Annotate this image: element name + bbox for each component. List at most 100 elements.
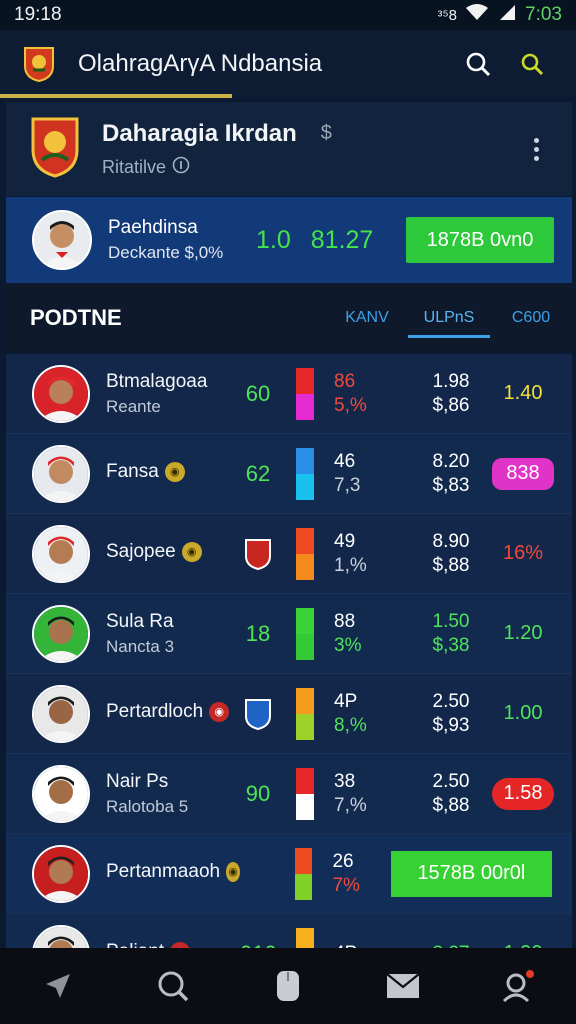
player-names: Sajopee ◉ (106, 541, 240, 567)
stat-percent: 7,% (334, 794, 367, 816)
player-stat: 88 3% (334, 610, 394, 658)
avatar (32, 764, 90, 823)
team-subtitle-row: Ritatilve (102, 156, 524, 179)
stat-value: 88 (334, 610, 356, 632)
team-crest-icon (30, 116, 80, 183)
status-time: 19:18 (14, 4, 62, 25)
club-badge-icon: ◉ (226, 861, 240, 882)
player-names: Fansa ◉ (106, 461, 240, 487)
player-name: Pertanmaaoh ◉ (106, 861, 240, 883)
table-row[interactable]: Pertanmaaoh ◉ 26 7% 1578B 00r0l (6, 834, 572, 914)
tab-kanv[interactable]: KANV (326, 309, 408, 327)
mail-icon[interactable] (378, 961, 428, 1011)
team-subtitle: Ritatilve (102, 156, 167, 177)
player-stat: 49 1,% (334, 530, 394, 578)
rating-bar (296, 447, 314, 500)
signal-icon (497, 3, 517, 27)
table-row[interactable]: Sajopee ◉ 49 1,% 8.90 $,88 16% (6, 514, 572, 594)
stat-value: 46 (334, 450, 356, 472)
price-value: 2.50 (432, 690, 470, 712)
navigation-icon[interactable] (33, 961, 83, 1011)
stat-percent: 8,% (334, 714, 367, 736)
club-badge-icon: ◉ (164, 461, 185, 482)
player-name: Sajopee ◉ (106, 541, 240, 563)
player-name-text: Btmalagoaa (106, 370, 208, 392)
table-row[interactable]: Nair Ps Ralotoba 5 90 38 7,% 2.50 $,88 1.58 (6, 754, 572, 834)
player-price: 8.20 $,83 (416, 450, 486, 498)
featured-stats: 1.0 81.27 (256, 226, 373, 255)
player-name: Fansa ◉ (106, 461, 240, 483)
table-row[interactable]: Pertardloch ◉ 4P 8,% 2.50 $,93 1.00 (6, 674, 572, 754)
player-price: 2.50 $,93 (416, 690, 486, 738)
player-stat: 4P 8,% (334, 690, 394, 738)
player-rating-badge[interactable]: 1.58 (492, 777, 554, 810)
status-bar: 19:18 ᵌ⁵8 7:03 (0, 0, 576, 30)
status-indicators: ᵌ⁵8 7:03 (438, 3, 562, 27)
price-value: 1.98 (432, 370, 470, 392)
search-icon-green[interactable] (510, 42, 554, 86)
rating-bar (296, 527, 314, 580)
club-crest-icon (240, 698, 276, 730)
bottom-nav (0, 948, 576, 1024)
player-sub: Ralotoba 5 (106, 796, 189, 816)
player-stat: 86 5,% (334, 370, 394, 418)
stat-value: 26 (332, 850, 354, 872)
avatar (32, 604, 90, 663)
team-dollar: $ (320, 122, 332, 144)
search-icon[interactable] (456, 42, 500, 86)
stat-value: 38 (334, 770, 356, 792)
featured-player[interactable]: Paehdinsa Deckante $,0% 1.0 81.27 1878B … (6, 197, 572, 283)
player-names: Nair Ps Ralotoba 5 (106, 771, 240, 817)
stat-value: 4P (334, 690, 358, 712)
mouse-icon[interactable] (263, 961, 313, 1011)
app-title: OlahragArγA Ndbansia (78, 50, 323, 77)
status-clock: 7:03 (525, 4, 562, 25)
stat-percent: 5,% (334, 394, 367, 416)
stat-percent: 1,% (334, 554, 367, 576)
player-list: Btmalagoaa Reante 60 86 5,% 1.98 $,86 1.40 Fansa… (6, 354, 572, 994)
player-rating-badge: 1.20 (503, 622, 543, 644)
club-badge-icon: ◉ (209, 701, 230, 722)
logo-icon (22, 45, 56, 83)
more-menu-icon[interactable] (524, 137, 548, 161)
search-icon[interactable] (148, 961, 198, 1011)
rating-bar (294, 847, 313, 900)
player-name-text: Pertardloch (106, 700, 204, 722)
featured-action-button[interactable]: 1878B 0vn0 (406, 217, 554, 263)
tab-ulpns[interactable]: ULPnS (408, 309, 490, 338)
featured-num2: 81.27 (310, 225, 374, 254)
player-name-text: Pertanmaaoh (106, 860, 221, 882)
player-action-button[interactable]: 1578B 00r0l (390, 850, 552, 897)
avatar (32, 444, 90, 503)
team-title-row: Daharagia Ikrdan $ (102, 120, 524, 148)
app-bar-indicator (0, 94, 232, 98)
club-crest-icon (240, 538, 276, 570)
avatar (32, 210, 92, 270)
player-price: 8.90 $,88 (416, 530, 486, 578)
stat-percent: 7,3 (334, 474, 361, 496)
player-rating-badge[interactable]: 838 (492, 457, 554, 490)
player-names: Btmalagoaa Reante (106, 371, 240, 417)
table-row[interactable]: Sula Ra Nancta 3 18 88 3% 1.50 $,38 1.20 (6, 594, 572, 674)
price-value: 2.50 (432, 770, 470, 792)
team-card[interactable]: Daharagia Ikrdan $ Ritatilve (6, 102, 572, 196)
player-stat: 38 7,% (334, 770, 394, 818)
team-card-text: Daharagia Ikrdan $ Ritatilve (102, 120, 524, 179)
player-name-text: Nair Ps (106, 770, 169, 792)
featured-text: Paehdinsa Deckante $,0% (108, 217, 238, 263)
info-icon (172, 156, 190, 179)
stat-value: 49 (334, 530, 356, 552)
table-row[interactable]: Fansa ◉ 62 46 7,3 8.20 $,83 838 (6, 434, 572, 514)
profile-icon[interactable] (493, 961, 543, 1011)
player-name: Nair Ps (106, 771, 240, 793)
price-currency: $,38 (432, 634, 470, 656)
player-score: 62 (245, 460, 271, 486)
price-currency: $,86 (432, 394, 470, 416)
player-name-text: Sula Ra (106, 610, 174, 632)
avatar (32, 364, 90, 423)
team-title: Daharagia Ikrdan (102, 119, 297, 147)
tab-c600[interactable]: C600 (490, 309, 572, 327)
table-row[interactable]: Btmalagoaa Reante 60 86 5,% 1.98 $,86 1.40 (6, 354, 572, 434)
rating-bar (296, 687, 314, 740)
notification-text: ᵌ⁵8 (437, 6, 458, 24)
